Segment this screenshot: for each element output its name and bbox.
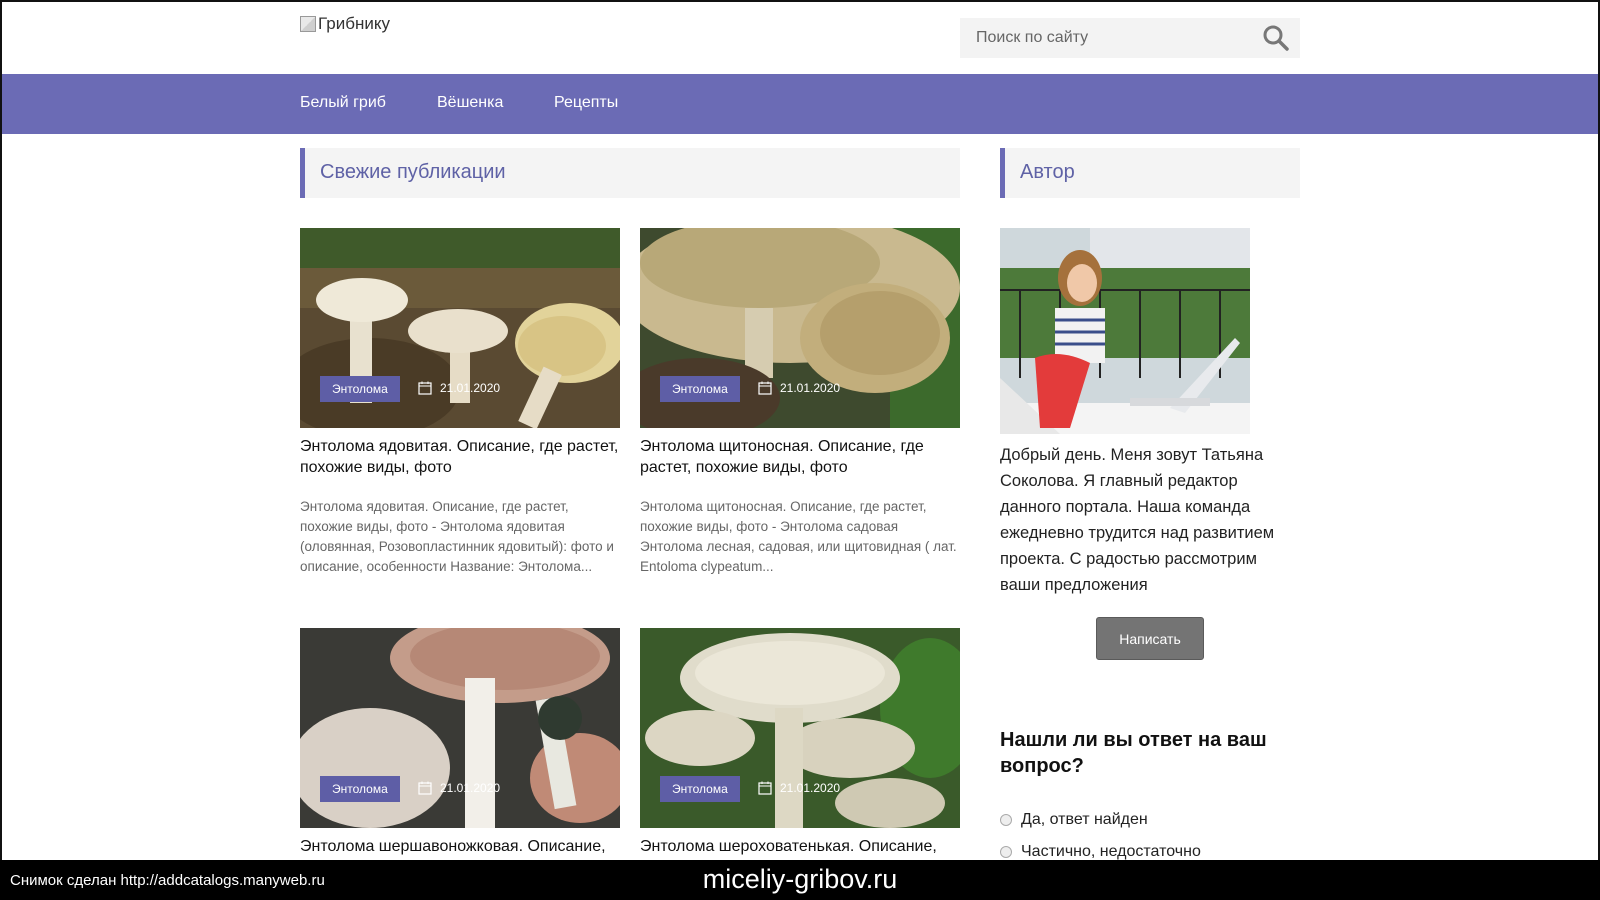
calendar-icon [418, 381, 432, 395]
section-title: Свежие публикации [320, 161, 506, 183]
poll-option-label: Частично, недостаточно [1021, 843, 1201, 860]
category-badge[interactable]: Энтолома [660, 376, 740, 402]
screenshot-note: Снимок сделан http://addcatalogs.manyweb… [10, 872, 325, 889]
author-photo [1000, 228, 1250, 434]
post-excerpt: Энтолома щитоносная. Описание, где расте… [640, 499, 957, 574]
author-bio: Добрый день. Меня зовут Татьяна Соколова… [1000, 446, 1275, 594]
post-thumbnail[interactable]: Энтолома 21.01.2020 [300, 628, 620, 828]
calendar-icon [418, 781, 432, 795]
poll-radio[interactable] [1000, 846, 1012, 858]
post-card[interactable]: Энтолома 21.01.2020 Энтолома щитоносная.… [640, 228, 960, 577]
category-badge[interactable]: Энтолома [320, 376, 400, 402]
post-date-text: 21.01.2020 [780, 781, 841, 795]
post-date-text: 21.01.2020 [780, 381, 841, 395]
post-thumbnail[interactable]: Энтолома 21.01.2020 [300, 228, 620, 428]
poll-radio[interactable] [1000, 814, 1012, 826]
main-nav: Белый гриб Вёшенка Рецепты [2, 74, 1598, 134]
search-button[interactable] [1262, 24, 1290, 52]
post-card[interactable]: Энтолома 21.01.2020 Энтолома ядовитая. О… [300, 228, 620, 577]
nav-item-oyster-mushroom[interactable]: Вёшенка [437, 94, 503, 112]
post-date-text: 21.01.2020 [440, 381, 501, 395]
post-date: 21.01.2020 [418, 381, 500, 395]
poll-question: Нашли ли вы ответ на ваш вопрос? [1000, 729, 1267, 777]
site-logo[interactable]: Грибнику [300, 14, 390, 34]
calendar-icon [758, 781, 772, 795]
poll-option-found[interactable]: Да, ответ найден [1000, 811, 1148, 829]
post-title[interactable]: Энтолома щитоносная. Описание, где расте… [640, 436, 960, 478]
author-avatar [1000, 228, 1250, 434]
write-button[interactable]: Написать [1096, 617, 1204, 660]
broken-image-icon [300, 16, 316, 32]
screenshot-overlay-bar: miceliy-gribov.ru Снимок сделан http://a… [0, 860, 1600, 900]
poll-option-label: Да, ответ найден [1021, 811, 1148, 828]
nav-item-white-mushroom[interactable]: Белый гриб [300, 94, 386, 112]
poll-option-partial[interactable]: Частично, недостаточно [1000, 843, 1201, 861]
nav-item-recipes[interactable]: Рецепты [554, 94, 618, 112]
search-box [960, 18, 1300, 58]
post-excerpt: Энтолома ядовитая. Описание, где растет,… [300, 499, 614, 574]
category-badge[interactable]: Энтолома [320, 776, 400, 802]
section-heading-author: Автор [1000, 148, 1300, 198]
search-icon [1263, 25, 1289, 51]
post-date: 21.01.2020 [758, 381, 840, 395]
author-heading: Автор [1020, 161, 1075, 183]
logo-alt-text: Грибнику [318, 14, 390, 33]
post-title[interactable]: Энтолома ядовитая. Описание, где растет,… [300, 436, 620, 478]
post-card[interactable]: Энтолома 21.01.2020 Энтолома шершавоножк… [300, 628, 620, 878]
post-thumbnail[interactable]: Энтолома 21.01.2020 [640, 628, 960, 828]
search-input[interactable] [960, 18, 1250, 58]
post-date-text: 21.01.2020 [440, 781, 501, 795]
post-card[interactable]: Энтолома 21.01.2020 Энтолома шероховатен… [640, 628, 960, 878]
post-thumbnail[interactable]: Энтолома 21.01.2020 [640, 228, 960, 428]
section-heading-fresh: Свежие публикации [300, 148, 960, 198]
post-date: 21.01.2020 [418, 781, 500, 795]
post-date: 21.01.2020 [758, 781, 840, 795]
category-badge[interactable]: Энтолома [660, 776, 740, 802]
calendar-icon [758, 381, 772, 395]
